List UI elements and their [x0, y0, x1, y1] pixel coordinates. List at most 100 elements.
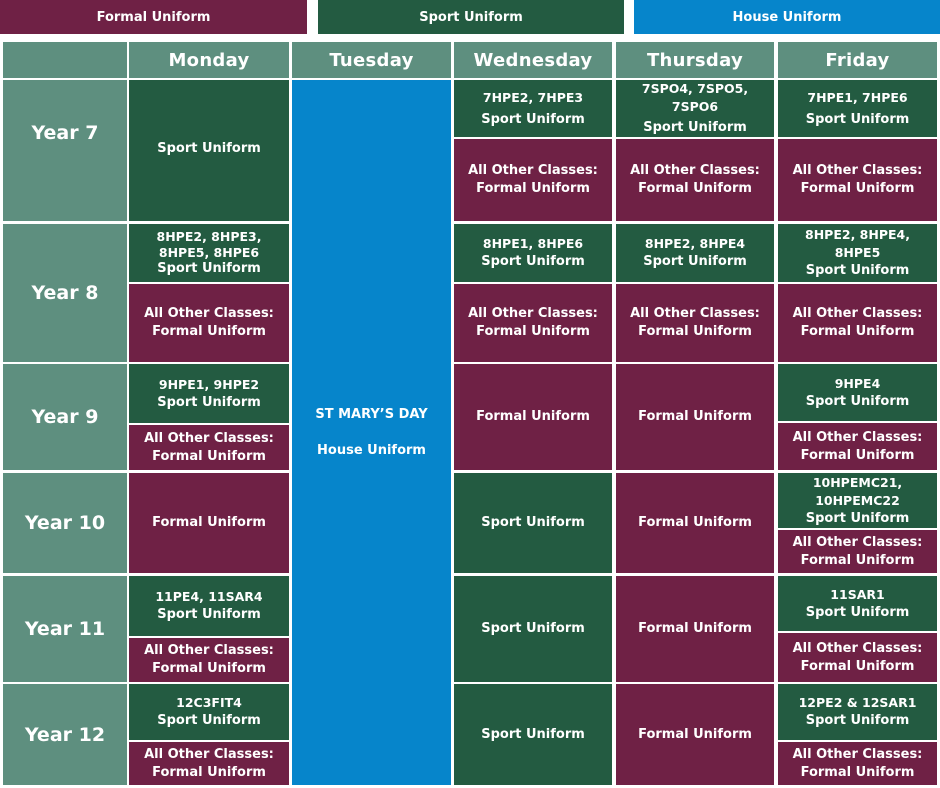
y8-wednesday-formal-cell: All Other Classes: Formal Uniform	[454, 284, 612, 362]
uniform-label: Sport Uniform	[643, 120, 747, 135]
uniform-label: Formal Uniform	[152, 661, 266, 676]
y7-wednesday-sport-cell: 7HPE2, 7HPE3 Sport Uniform	[454, 80, 612, 137]
class-list: 7SPO4, 7SPO5, 7SPO6	[641, 81, 749, 114]
uniform-label: Formal Uniform	[800, 447, 915, 463]
class-list: 8HPE2, 8HPE4	[644, 236, 746, 251]
other-classes-label: All Other Classes:	[630, 306, 760, 321]
y8-monday-sport-cell: 8HPE2, 8HPE3, 8HPE5, 8HPE6 Sport Uniform	[129, 224, 289, 282]
other-classes-label: All Other Classes:	[792, 163, 923, 178]
uniform-label: Sport Uniform	[805, 111, 910, 127]
y10-friday-formal-cell: All Other Classes: Formal Uniform	[778, 530, 937, 573]
uniform-label: Formal Uniform	[638, 181, 752, 196]
class-list: 8HPE2, 8HPE3, 8HPE5, 8HPE6	[156, 229, 262, 260]
class-list: 7HPE2, 7HPE3	[482, 89, 584, 105]
other-classes-label: All Other Classes:	[792, 429, 923, 445]
tuesday-house-day: ST MARY’S DAY House Uniform	[292, 80, 451, 785]
y7-wednesday-formal-cell: All Other Classes: Formal Uniform	[454, 139, 612, 221]
class-list: 7HPE1, 7HPE6	[807, 89, 908, 105]
other-classes-label: All Other Classes:	[144, 306, 274, 321]
y12-monday-sport-cell: 12C3FIT4 Sport Uniform	[129, 684, 289, 740]
y8-monday-formal-cell: All Other Classes: Formal Uniform	[129, 284, 289, 362]
y9-thursday-formal-cell: Formal Uniform	[616, 364, 774, 470]
class-list: 8HPE2, 8HPE4, 8HPE5	[805, 227, 910, 260]
class-list: 8HPE1, 8HPE6	[482, 236, 584, 251]
y12-wednesday-sport-cell: Sport Uniform	[454, 684, 612, 785]
uniform-label: Sport Uniform	[481, 111, 585, 127]
other-classes-label: All Other Classes:	[468, 306, 598, 321]
class-list: 10HPEMC21, 10HPEMC22	[812, 474, 903, 508]
other-classes-label: All Other Classes:	[468, 163, 598, 178]
uniform-label: Formal Uniform	[152, 515, 266, 530]
year-label-11: Year 11	[3, 576, 127, 682]
other-classes-label: All Other Classes:	[792, 640, 923, 656]
year-label-7: Year 7	[3, 80, 127, 221]
day-header-thursday: Thursday	[616, 42, 774, 78]
y10-wednesday-sport-cell: Sport Uniform	[454, 473, 612, 573]
tuesday-title: ST MARY’S DAY	[315, 406, 428, 422]
day-header-wednesday: Wednesday	[454, 42, 612, 78]
day-header-friday: Friday	[778, 42, 937, 78]
uniform-label: Sport Uniform	[805, 713, 910, 728]
legend-label: Sport Uniform	[419, 9, 523, 25]
uniform-label: Formal Uniform	[638, 621, 752, 636]
uniform-label: Sport Uniform	[157, 140, 261, 156]
uniform-label: Sport Uniform	[805, 510, 910, 526]
uniform-label: Formal Uniform	[638, 409, 752, 424]
y8-wednesday-sport-cell: 8HPE1, 8HPE6 Sport Uniform	[454, 224, 612, 282]
uniform-label: Sport Uniform	[157, 261, 261, 276]
y9-wednesday-formal-cell: Formal Uniform	[454, 364, 612, 470]
y12-friday-sport-cell: 12PE2 & 12SAR1 Sport Uniform	[778, 684, 937, 740]
legend-formal-uniform: Formal Uniform	[0, 0, 307, 34]
y7-monday-cell: Sport Uniform	[129, 80, 289, 221]
year-label-9: Year 9	[3, 364, 127, 470]
y10-thursday-formal-cell: Formal Uniform	[616, 473, 774, 573]
uniform-label: Formal Uniform	[638, 726, 752, 742]
y9-friday-formal-cell: All Other Classes: Formal Uniform	[778, 423, 937, 470]
uniform-label: Sport Uniform	[805, 263, 910, 278]
uniform-label: Formal Uniform	[152, 764, 266, 780]
uniform-label: Formal Uniform	[800, 324, 915, 339]
corner-cell	[3, 42, 127, 78]
class-list: 12C3FIT4	[176, 695, 242, 710]
legend-house-uniform: House Uniform	[634, 0, 940, 34]
class-list: 9HPE4	[834, 375, 881, 391]
uniform-label: Formal Uniform	[152, 324, 266, 339]
other-classes-label: All Other Classes:	[792, 306, 923, 321]
uniform-label: Formal Uniform	[800, 552, 915, 568]
legend-label: House Uniform	[732, 9, 842, 25]
other-classes-label: All Other Classes:	[144, 430, 274, 446]
uniform-label: Sport Uniform	[157, 607, 261, 622]
other-classes-label: All Other Classes:	[144, 746, 274, 762]
y11-friday-formal-cell: All Other Classes: Formal Uniform	[778, 633, 937, 682]
uniform-label: Sport Uniform	[481, 515, 585, 530]
y7-thursday-formal-cell: All Other Classes: Formal Uniform	[616, 139, 774, 221]
uniform-label: Sport Uniform	[643, 254, 747, 269]
year-label-10: Year 10	[3, 473, 127, 573]
y9-monday-formal-cell: All Other Classes: Formal Uniform	[129, 425, 289, 470]
uniform-label: Sport Uniform	[157, 713, 261, 728]
uniform-label: Formal Uniform	[800, 658, 915, 674]
other-classes-label: All Other Classes:	[792, 534, 923, 550]
other-classes-label: All Other Classes:	[144, 643, 274, 658]
y8-thursday-formal-cell: All Other Classes: Formal Uniform	[616, 284, 774, 362]
day-header-monday: Monday	[129, 42, 289, 78]
legend-sport-uniform: Sport Uniform	[318, 0, 624, 34]
uniform-label: Formal Uniform	[476, 181, 590, 196]
y7-thursday-sport-cell: 7SPO4, 7SPO5, 7SPO6 Sport Uniform	[616, 80, 774, 137]
y8-friday-sport-cell: 8HPE2, 8HPE4, 8HPE5 Sport Uniform	[778, 224, 937, 282]
y9-friday-sport-cell: 9HPE4 Sport Uniform	[778, 364, 937, 421]
uniform-label: Sport Uniform	[481, 254, 585, 269]
uniform-label: Formal Uniform	[638, 515, 752, 530]
year-label-8: Year 8	[3, 224, 127, 362]
uniform-label: Formal Uniform	[638, 324, 752, 339]
y10-friday-sport-cell: 10HPEMC21, 10HPEMC22 Sport Uniform	[778, 473, 937, 528]
y8-friday-formal-cell: All Other Classes: Formal Uniform	[778, 284, 937, 362]
uniform-label: Sport Uniform	[157, 394, 261, 410]
other-classes-label: All Other Classes:	[630, 163, 760, 178]
uniform-label: Formal Uniform	[152, 448, 266, 464]
y7-friday-sport-cell: 7HPE1, 7HPE6 Sport Uniform	[778, 80, 937, 137]
uniform-label: Formal Uniform	[800, 764, 915, 780]
uniform-label: Sport Uniform	[805, 604, 910, 620]
y12-thursday-formal-cell: Formal Uniform	[616, 684, 774, 785]
day-header-tuesday: Tuesday	[292, 42, 451, 78]
